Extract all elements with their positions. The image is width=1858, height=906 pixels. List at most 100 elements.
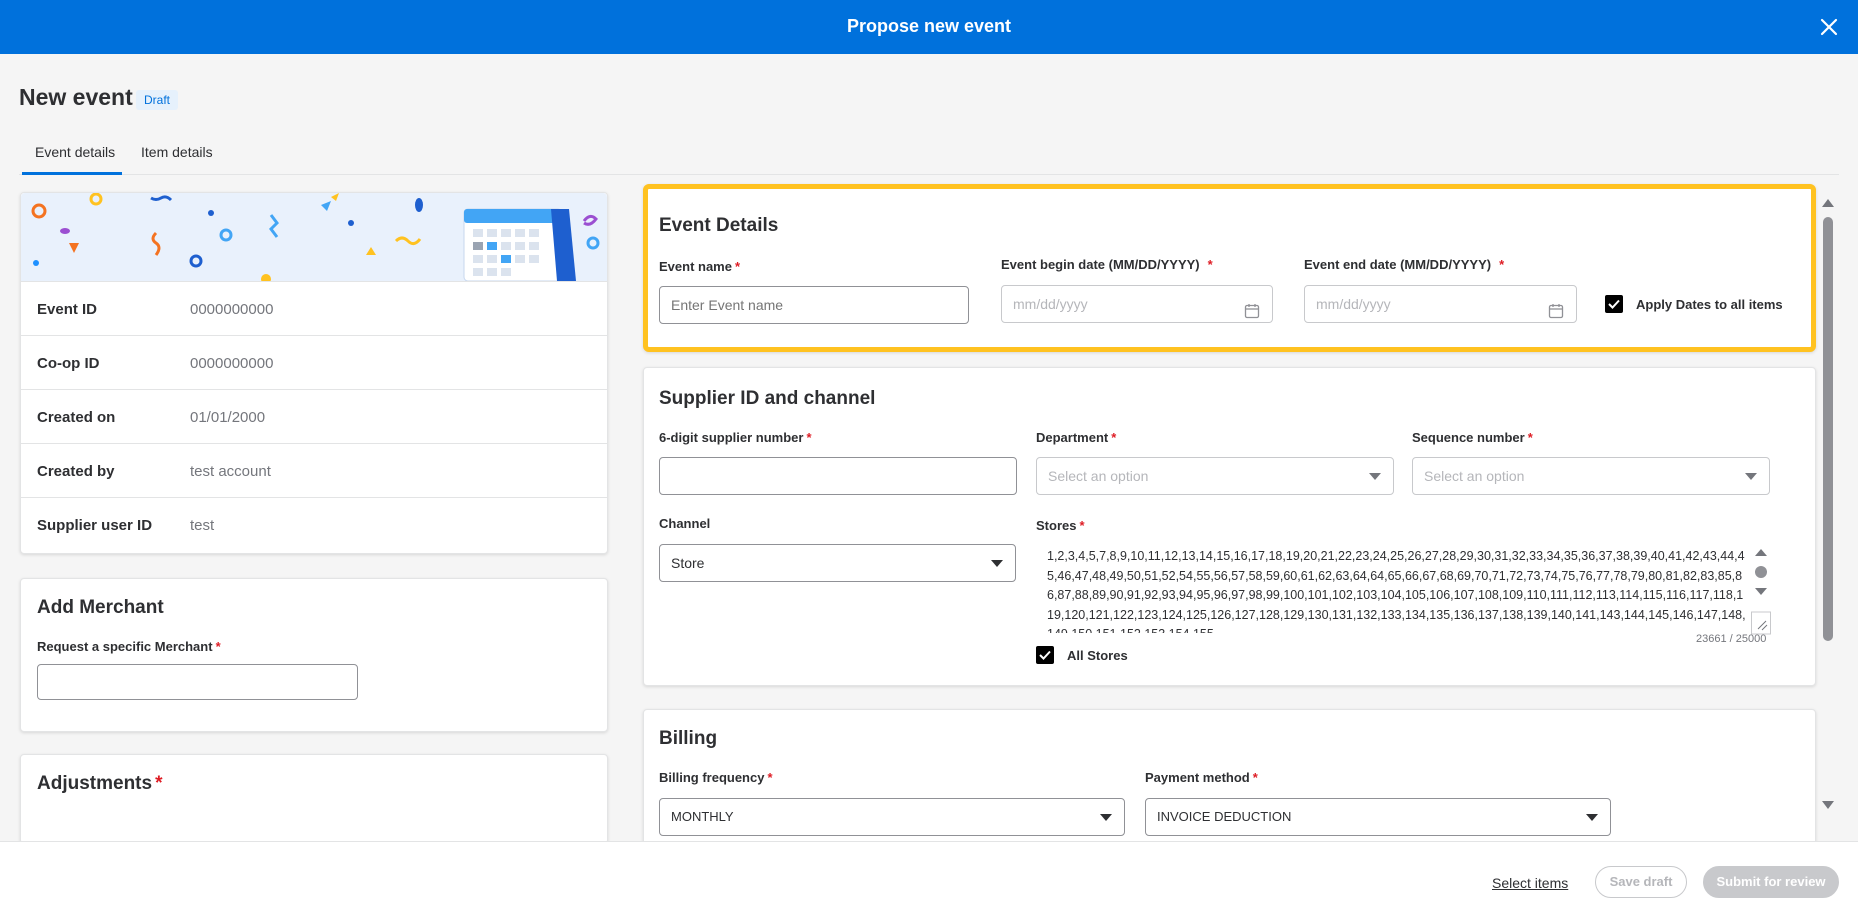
modal-header: Propose new event bbox=[0, 0, 1858, 54]
page-title: New event bbox=[19, 84, 133, 110]
info-value: 0000000000 bbox=[190, 355, 274, 372]
main-scrollbar[interactable] bbox=[1818, 193, 1838, 815]
billing-card: Billing Billing frequency * MONTHLY Payme… bbox=[643, 709, 1816, 859]
required-mark: * bbox=[1499, 257, 1505, 272]
tab-bar: Event details Item details bbox=[19, 140, 1839, 175]
label-text: Event name bbox=[659, 259, 732, 274]
label-text: Event begin date (MM/DD/YYYY) bbox=[1001, 257, 1200, 272]
info-row-event-id: Event ID 0000000000 bbox=[21, 281, 607, 335]
info-key: Event ID bbox=[37, 301, 98, 318]
stores-textarea[interactable]: 1,2,3,4,5,7,8,9,10,11,12,13,14,15,16,17,… bbox=[1047, 547, 1749, 633]
department-label: Department * bbox=[1036, 430, 1116, 445]
tab-event-details[interactable]: Event details bbox=[22, 144, 122, 175]
merchant-input[interactable] bbox=[37, 664, 358, 700]
placeholder-text: mm/dd/yyyy bbox=[1316, 296, 1391, 312]
payment-method-label: Payment method * bbox=[1145, 770, 1258, 785]
supplier-number-label: 6-digit supplier number * bbox=[659, 430, 812, 445]
selected-value: INVOICE DEDUCTION bbox=[1157, 809, 1292, 824]
label-text: Payment method bbox=[1145, 770, 1250, 785]
calendar-icon[interactable] bbox=[1548, 296, 1564, 319]
info-value: test bbox=[190, 517, 215, 534]
info-value: test account bbox=[190, 463, 271, 480]
selected-value: MONTHLY bbox=[671, 809, 734, 824]
tab-item-details[interactable]: Item details bbox=[141, 144, 213, 175]
label-text: Billing frequency bbox=[659, 770, 765, 785]
submit-for-review-button[interactable]: Submit for review bbox=[1703, 866, 1839, 898]
channel-label: Channel bbox=[659, 516, 711, 531]
info-row-created-by: Created by test account bbox=[21, 443, 607, 497]
stores-scrollbar[interactable] bbox=[1751, 544, 1771, 636]
status-badge: Draft bbox=[136, 90, 179, 110]
end-date-input[interactable]: mm/dd/yyyy bbox=[1304, 285, 1577, 323]
placeholder-text: Select an option bbox=[1048, 468, 1149, 484]
adjustments-title: Adjustments * bbox=[37, 773, 162, 795]
confetti-calendar-icon bbox=[31, 193, 600, 281]
event-summary-card: Event ID 0000000000 Co-op ID 0000000000 … bbox=[20, 192, 608, 554]
label-text: Request a specific Merchant bbox=[37, 639, 213, 654]
required-mark: * bbox=[734, 259, 741, 274]
info-key: Co-op ID bbox=[37, 355, 100, 372]
info-key: Created on bbox=[37, 409, 116, 426]
close-icon[interactable] bbox=[1814, 12, 1844, 42]
event-details-card: Event Details Event name* Event begin da… bbox=[643, 184, 1816, 352]
info-row-coop-id: Co-op ID 0000000000 bbox=[21, 335, 607, 389]
checkmark-icon bbox=[1608, 299, 1620, 309]
billing-frequency-label: Billing frequency * bbox=[659, 770, 773, 785]
stores-label: Stores * bbox=[1036, 518, 1085, 533]
info-row-created-on: Created on 01/01/2000 bbox=[21, 389, 607, 443]
required-mark: * bbox=[1252, 770, 1258, 785]
required-mark: * bbox=[1111, 430, 1117, 445]
label-text: Stores bbox=[1036, 518, 1077, 533]
label-text: Event end date (MM/DD/YYYY) bbox=[1304, 257, 1492, 272]
begin-date-input[interactable]: mm/dd/yyyy bbox=[1001, 285, 1273, 323]
payment-method-select[interactable]: INVOICE DEDUCTION bbox=[1145, 798, 1611, 836]
info-key: Created by bbox=[37, 463, 115, 480]
stores-char-count: 23661 / 25000 bbox=[1696, 633, 1767, 645]
required-mark: * bbox=[1527, 430, 1533, 445]
apply-dates-checkbox[interactable] bbox=[1605, 295, 1623, 313]
all-stores-label: All Stores bbox=[1067, 648, 1128, 663]
merchant-label: Request a specific Merchant * bbox=[37, 639, 221, 654]
calendar-icon[interactable] bbox=[1244, 296, 1260, 319]
selected-value: Store bbox=[671, 555, 705, 571]
event-banner-illustration bbox=[21, 193, 607, 281]
required-mark: * bbox=[1207, 257, 1213, 272]
supplier-number-input[interactable] bbox=[659, 457, 1017, 495]
all-stores-checkbox[interactable] bbox=[1036, 646, 1054, 664]
label-text: 6-digit supplier number bbox=[659, 430, 804, 445]
required-mark: * bbox=[806, 430, 812, 445]
tab-label: Item details bbox=[141, 144, 213, 160]
checkmark-icon bbox=[1039, 650, 1051, 660]
required-mark: * bbox=[155, 773, 163, 794]
supplier-title: Supplier ID and channel bbox=[659, 388, 876, 409]
channel-select[interactable]: Store bbox=[659, 544, 1016, 582]
billing-title: Billing bbox=[659, 728, 718, 749]
placeholder-text: Select an option bbox=[1424, 468, 1525, 484]
tab-label: Event details bbox=[35, 144, 116, 160]
chevron-down-icon bbox=[1745, 473, 1757, 480]
select-items-link[interactable]: Select items bbox=[1492, 875, 1568, 891]
modal-title: Propose new event bbox=[846, 16, 1012, 36]
billing-frequency-select[interactable]: MONTHLY bbox=[659, 798, 1125, 836]
event-name-label: Event name * bbox=[659, 259, 740, 274]
end-date-label: Event end date (MM/DD/YYYY) * bbox=[1304, 257, 1504, 272]
info-value: 0000000000 bbox=[190, 301, 274, 318]
title-text: Adjustments bbox=[37, 773, 153, 794]
required-mark: * bbox=[1079, 518, 1085, 533]
supplier-channel-card: Supplier ID and channel 6-digit supplier… bbox=[643, 367, 1816, 686]
chevron-down-icon bbox=[991, 560, 1003, 567]
label-text: Sequence number bbox=[1412, 430, 1525, 445]
info-row-supplier-user-id: Supplier user ID test bbox=[21, 497, 607, 551]
footer-bar: Select items Save draft Submit for revie… bbox=[0, 841, 1858, 906]
event-name-input[interactable] bbox=[659, 286, 969, 324]
chevron-down-icon bbox=[1586, 814, 1598, 821]
required-mark: * bbox=[215, 639, 221, 654]
department-select[interactable]: Select an option bbox=[1036, 457, 1394, 495]
sequence-number-select[interactable]: Select an option bbox=[1412, 457, 1770, 495]
save-draft-button[interactable]: Save draft bbox=[1595, 866, 1687, 898]
required-mark: * bbox=[767, 770, 773, 785]
sequence-number-label: Sequence number * bbox=[1412, 430, 1533, 445]
merchant-title: Add Merchant bbox=[37, 597, 164, 618]
info-value: 01/01/2000 bbox=[190, 409, 266, 426]
placeholder-text: mm/dd/yyyy bbox=[1013, 296, 1088, 312]
